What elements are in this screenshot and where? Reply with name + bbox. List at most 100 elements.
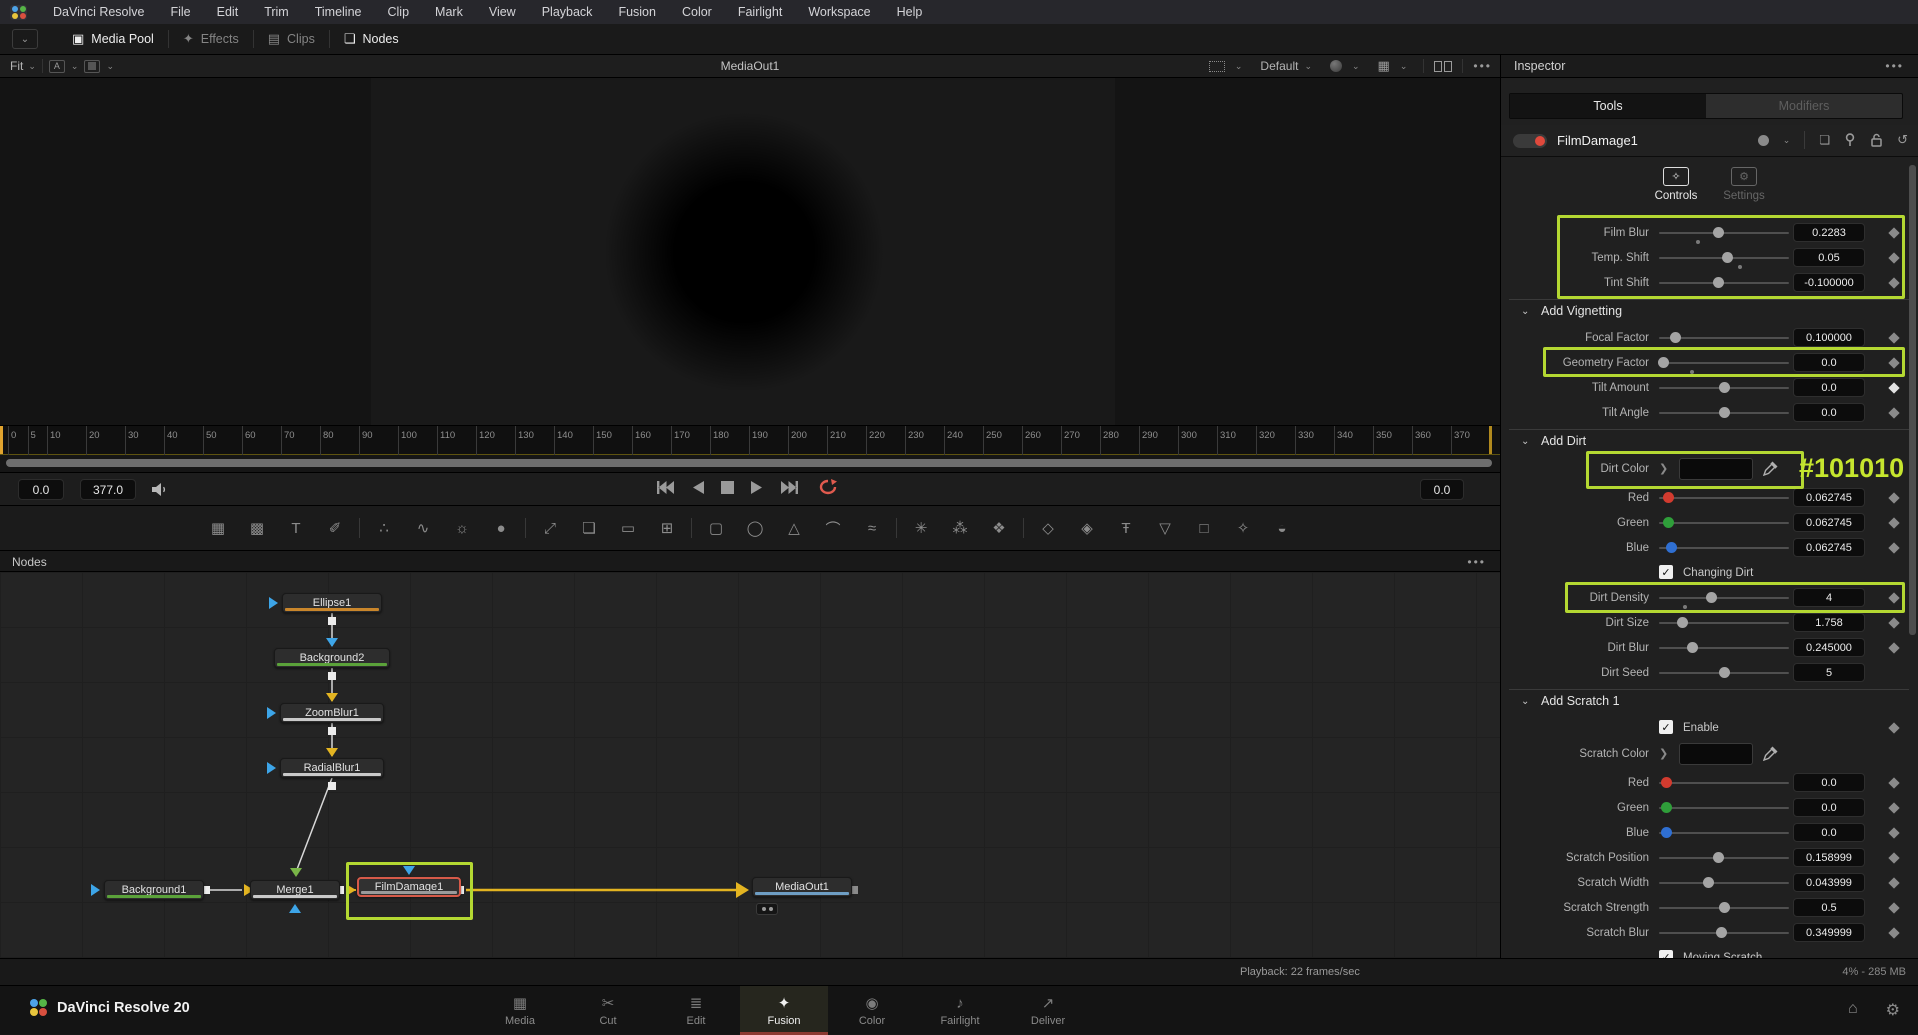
effects-button[interactable]: ✦Effects	[169, 24, 253, 54]
node-merge1[interactable]: Merge1	[250, 880, 340, 900]
slider-handle[interactable]	[1719, 407, 1730, 418]
keyframe-diamond-icon[interactable]	[1888, 902, 1899, 913]
keyframe-diamond-icon[interactable]	[1888, 492, 1899, 503]
node-enable-toggle[interactable]	[1513, 134, 1547, 148]
page-tab-edit[interactable]: ≣Edit	[652, 986, 740, 1035]
section-header-add-scratch-1[interactable]: ⌄Add Scratch 1	[1501, 685, 1918, 715]
tab-modifiers[interactable]: Modifiers	[1706, 94, 1902, 118]
param-value-field[interactable]: 0.5	[1793, 898, 1865, 917]
node-mediaout1[interactable]: MediaOut1	[752, 877, 852, 897]
menu-item-view[interactable]: View	[489, 5, 516, 19]
play-reverse-button[interactable]	[691, 480, 705, 495]
param-value-field[interactable]: 0.0	[1793, 823, 1865, 842]
node-radialblur1[interactable]: RadialBlur1	[280, 758, 384, 778]
param-slider[interactable]	[1659, 412, 1789, 414]
node-expand-badge[interactable]	[756, 903, 778, 915]
slider-handle[interactable]	[1663, 517, 1674, 528]
keyframe-diamond-icon[interactable]	[1888, 852, 1899, 863]
slider-handle[interactable]	[1661, 802, 1672, 813]
page-tab-fusion[interactable]: ✦Fusion	[740, 986, 828, 1035]
chevron-down-icon[interactable]: ⌄	[1783, 135, 1791, 146]
keyframe-diamond-icon[interactable]	[1888, 802, 1899, 813]
particle-emitter-tool-icon[interactable]: ✳	[906, 515, 936, 541]
page-tab-cut[interactable]: ✂Cut	[564, 986, 652, 1035]
loop-button[interactable]	[816, 478, 840, 496]
slider-handle[interactable]	[1677, 617, 1688, 628]
param-slider[interactable]	[1659, 807, 1789, 809]
dual-viewer-icon[interactable]	[1434, 61, 1452, 72]
keyframe-diamond-icon[interactable]	[1888, 542, 1899, 553]
text-plus-tool-icon[interactable]: T	[281, 515, 311, 541]
lock-icon[interactable]	[1870, 133, 1883, 147]
menu-item-clip[interactable]: Clip	[388, 5, 410, 19]
menu-item-fairlight[interactable]: Fairlight	[738, 5, 782, 19]
nodes-button[interactable]: ❏Nodes	[330, 24, 413, 54]
tab-tools[interactable]: Tools	[1510, 94, 1706, 118]
bspline-mask-tool-icon[interactable]: ⌒	[818, 515, 848, 541]
fit-dropdown[interactable]: Fit⌄	[10, 59, 36, 73]
node-background2[interactable]: Background2	[274, 648, 390, 668]
transform-tool-icon[interactable]: ⤢	[535, 515, 565, 541]
camera-3d-tool-icon[interactable]: □	[1189, 515, 1219, 541]
param-value-field[interactable]: 5	[1793, 663, 1865, 682]
timeline-ruler[interactable]: 0510203040506070809010011012013014015016…	[0, 425, 1500, 455]
keyframe-diamond-icon[interactable]	[1888, 927, 1899, 938]
menu-item-color[interactable]: Color	[682, 5, 712, 19]
param-value-field[interactable]: 0.062745	[1793, 538, 1865, 557]
image-tool-icon[interactable]: ▦	[203, 515, 233, 541]
menu-item-playback[interactable]: Playback	[542, 5, 593, 19]
slider-handle[interactable]	[1719, 667, 1730, 678]
stop-button[interactable]	[721, 481, 734, 494]
region-icon[interactable]	[1209, 61, 1225, 72]
light-3d-tool-icon[interactable]: ✧	[1228, 515, 1258, 541]
image-plane-3d-tool-icon[interactable]: ◇	[1033, 515, 1063, 541]
shape-3d-tool-icon[interactable]: ◈	[1072, 515, 1102, 541]
slider-handle[interactable]	[1670, 332, 1681, 343]
page-tab-media[interactable]: ▦Media	[476, 986, 564, 1035]
menu-item-mark[interactable]: Mark	[435, 5, 463, 19]
text-3d-tool-icon[interactable]: Ŧ	[1111, 515, 1141, 541]
eyedropper-icon[interactable]	[1763, 745, 1779, 766]
lut-dropdown[interactable]: Default⌄	[1260, 59, 1312, 73]
param-slider[interactable]	[1659, 672, 1789, 674]
color-curves-tool-icon[interactable]: ∿	[408, 515, 438, 541]
resize-tool-icon[interactable]: ⊞	[652, 515, 682, 541]
slider-handle[interactable]	[1703, 877, 1714, 888]
node-editor-canvas[interactable]: Ellipse1Background2ZoomBlur1RadialBlur1B…	[0, 572, 1500, 958]
node-input-arrow[interactable]	[269, 597, 278, 609]
param-slider[interactable]	[1659, 882, 1789, 884]
slider-handle[interactable]	[1663, 492, 1674, 503]
project-manager-icon[interactable]: ⌂	[1848, 1000, 1858, 1020]
menu-item-timeline[interactable]: Timeline	[315, 5, 362, 19]
menu-item-trim[interactable]: Trim	[264, 5, 289, 19]
keyframe-diamond-icon[interactable]	[1888, 517, 1899, 528]
fast-noise-tool-icon[interactable]: ∴	[369, 515, 399, 541]
grid-icon[interactable]: ▦	[1378, 58, 1390, 74]
polygon-mask-tool-icon[interactable]: △	[779, 515, 809, 541]
param-value-field[interactable]: 0.062745	[1793, 488, 1865, 507]
param-value-field[interactable]: 0.158999	[1793, 848, 1865, 867]
letterbox-tool-icon[interactable]: ▭	[613, 515, 643, 541]
background-tool-icon[interactable]: ▩	[242, 515, 272, 541]
section-header-add-vignetting[interactable]: ⌄Add Vignetting	[1501, 295, 1918, 325]
settings-gear-icon[interactable]: ⚙	[1886, 1000, 1900, 1020]
viewer-canvas[interactable]	[0, 78, 1500, 425]
param-slider[interactable]	[1659, 497, 1789, 499]
param-slider[interactable]	[1659, 547, 1789, 549]
node-color-icon[interactable]	[1758, 135, 1769, 146]
keyframe-diamond-icon[interactable]	[1888, 642, 1899, 653]
page-tab-deliver[interactable]: ↗Deliver	[1004, 986, 1092, 1035]
param-value-field[interactable]: 0.100000	[1793, 328, 1865, 347]
param-value-field[interactable]: 0.245000	[1793, 638, 1865, 657]
render-3d-tool-icon[interactable]: ◒	[1267, 515, 1297, 541]
param-slider[interactable]	[1659, 832, 1789, 834]
param-value-field[interactable]: 0.0	[1793, 378, 1865, 397]
param-slider[interactable]	[1659, 907, 1789, 909]
keyframe-diamond-icon[interactable]	[1888, 332, 1899, 343]
menu-item-workspace[interactable]: Workspace	[808, 5, 870, 19]
slider-handle[interactable]	[1716, 927, 1727, 938]
paint-tool-icon[interactable]: ✐	[320, 515, 350, 541]
inspector-scrollbar[interactable]	[1909, 165, 1916, 635]
checkbox-enable[interactable]: ✓	[1659, 720, 1673, 734]
param-value-field[interactable]: 0.0	[1793, 773, 1865, 792]
